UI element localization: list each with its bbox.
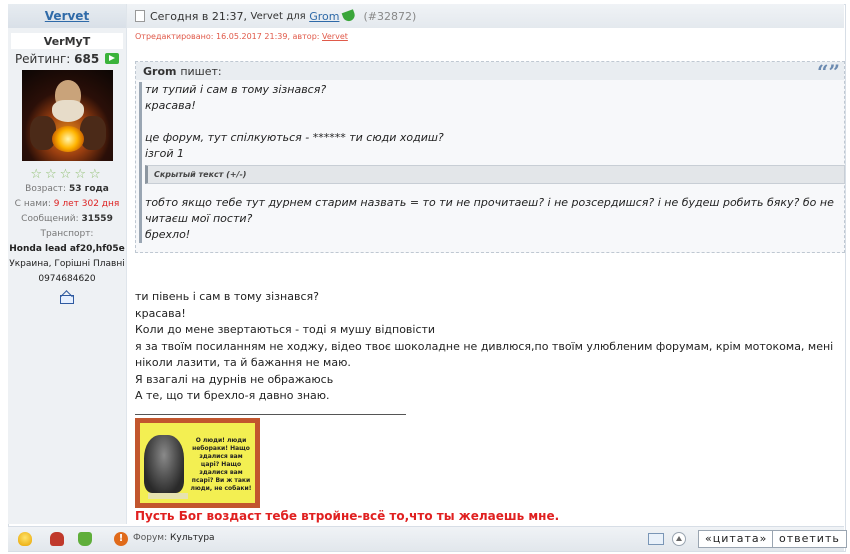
quote-line: красава! (145, 99, 196, 112)
user-transport-label: Транспорт: (40, 229, 94, 239)
envelope-icon[interactable] (648, 533, 664, 545)
for-label: для (286, 10, 306, 22)
post-body: ти півень і сам в тому зізнався? красава… (135, 289, 835, 405)
avatar (21, 70, 113, 161)
warning-icon[interactable]: ! (114, 532, 128, 546)
user-posts: Сообщений: 31559 (21, 214, 113, 224)
rating-plus-icon[interactable] (105, 53, 120, 64)
document-icon (135, 10, 145, 22)
body-line: я за твоїм посиланням не ходжу, відео тв… (135, 339, 834, 370)
rating-label: Рейтинг: (14, 52, 71, 66)
user-phone: 0974684620 (38, 274, 96, 284)
lightbulb-icon[interactable] (18, 532, 32, 546)
quote-block: Grom пишет: “” ти тупий і сам в тому зіз… (135, 60, 845, 253)
user-location: Украина, Горішні Плавні (9, 259, 125, 269)
spoiler-toggle[interactable]: Скрытый текст (+/-) (145, 165, 845, 184)
post-id[interactable]: (#32872) (363, 10, 416, 23)
user-transport: Honda lead af20,hf05e (9, 244, 125, 254)
quote-author: Grom пишет: (143, 65, 222, 78)
user-sidebar: Vervet VerMyT Рейтинг: 685 ☆☆☆☆☆ Возраст… (8, 4, 127, 524)
quote-marks-icon: “” (816, 60, 840, 84)
body-line: Я взагалі на дурнів не ображаюсь (135, 372, 334, 386)
user-stars: ☆☆☆☆☆ (30, 167, 104, 182)
post-author: Vervet (250, 10, 283, 22)
user-since: С нами: 9 лет 302 дня (14, 199, 120, 209)
quote-line: тобто якщо тебе тут дурнем старим назват… (145, 196, 834, 225)
user-age: Возраст: 53 года (25, 184, 109, 194)
thumbs-up-icon[interactable] (78, 532, 92, 546)
arrow-up-icon[interactable] (672, 532, 686, 546)
edited-note: Отредактировано: 16.05.2017 21:39, автор… (135, 32, 348, 41)
quote-header: Grom пишет: “” (136, 60, 844, 84)
body-line: ти півень і сам в тому зізнався? (135, 290, 319, 303)
reply-button[interactable]: ответить (772, 530, 847, 548)
signature-image-text: О люди! люди небораки! Нащо здалися вам … (190, 437, 252, 492)
phone-icon (342, 9, 357, 23)
thumbs-down-icon[interactable] (50, 532, 64, 546)
forum-label: Форум: Культура (133, 533, 215, 543)
rating-value: 685 (74, 52, 100, 66)
post-date: Сегодня в 21:37, (150, 9, 248, 23)
edited-author-link[interactable]: Vervet (322, 32, 348, 41)
quote-line (145, 114, 845, 130)
quote-button[interactable]: «цитата» (698, 530, 775, 548)
quote-line: це форум, тут спілкуються - ****** ти сю… (145, 131, 444, 144)
post-header: Сегодня в 21:37, Vervet для Grom (#32872… (127, 4, 844, 28)
post-footer: ! Форум: Культура «цитата» ответить (8, 526, 847, 551)
quote-line (145, 187, 845, 195)
username-bar: Vervet (8, 4, 126, 28)
forum-link[interactable]: Культура (170, 533, 215, 543)
user-rating: Рейтинг: 685 (8, 52, 126, 66)
body-line: Коли до мене звертаються - тоді я мушу в… (135, 323, 436, 336)
quote-line: ти тупий і сам в тому зізнався? (145, 83, 327, 96)
body-line: красава! (135, 306, 186, 320)
signature-text: Пусть Бог воздаст тебе втройне-всё то,чт… (135, 509, 560, 523)
signature-image: О люди! люди небораки! Нащо здалися вам … (135, 418, 260, 508)
quote-line: ізгой 1 (145, 147, 185, 160)
body-line: А те, що ти брехло-я давно знаю. (135, 389, 330, 402)
signature-separator (135, 414, 406, 415)
quote-line: брехло! (145, 228, 191, 241)
username-link[interactable]: Vervet (45, 9, 89, 23)
recipient-link[interactable]: Grom (309, 10, 339, 23)
quote-body: ти тупий і сам в тому зізнався? красава!… (139, 82, 845, 243)
user-nickname: VerMyT (11, 33, 123, 49)
private-message-icon[interactable] (60, 291, 74, 304)
